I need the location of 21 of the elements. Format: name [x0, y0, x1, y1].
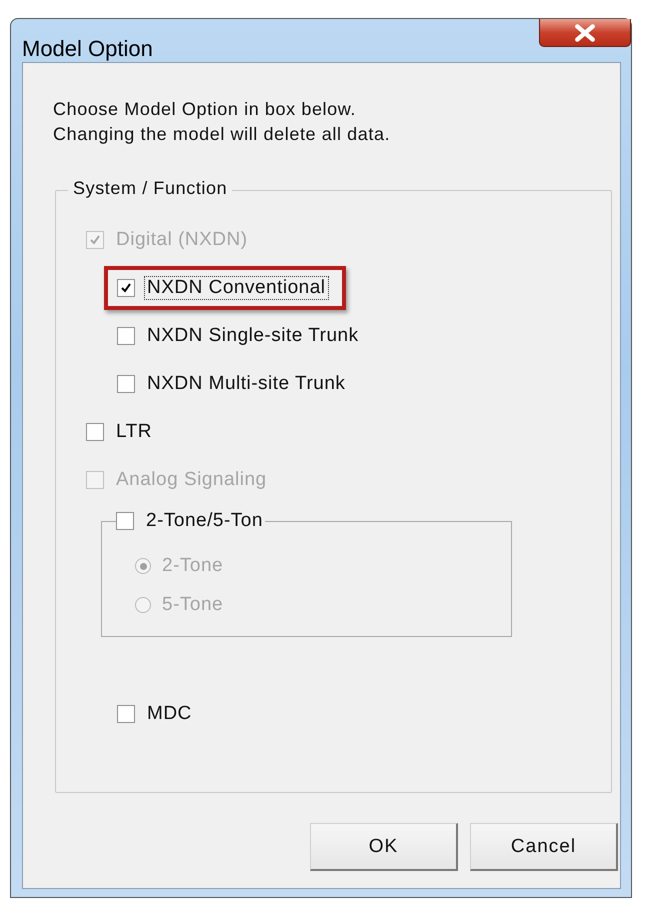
checkmark-icon — [89, 234, 101, 246]
option-label: 2-Tone — [162, 555, 224, 577]
dialog-button[interactable]: Cancel — [470, 823, 618, 871]
option-label: MDC — [147, 703, 192, 725]
option-label: LTR — [116, 421, 152, 443]
option-label: NXDN Single-site Trunk — [147, 325, 359, 347]
option-label: NXDN Conventional — [145, 277, 328, 299]
option-label: Analog Signaling — [116, 469, 267, 491]
checkmark-icon — [120, 282, 132, 294]
option-label: Digital (NXDN) — [116, 229, 248, 251]
instruction-text: Changing the model will delete all data. — [53, 123, 392, 146]
option-label: 2-Tone/5-Ton — [146, 510, 263, 532]
window-title: Model Option — [22, 36, 153, 62]
checkbox[interactable] — [86, 423, 104, 441]
close-button[interactable] — [539, 19, 631, 47]
option-label: NXDN Multi-site Trunk — [147, 373, 346, 395]
close-icon — [574, 24, 596, 42]
dialog-button[interactable]: OK — [310, 823, 458, 871]
group-title: System / Function — [68, 178, 232, 199]
option-label: 5-Tone — [162, 594, 224, 616]
instruction-text: Choose Model Option in box below. — [53, 98, 357, 121]
